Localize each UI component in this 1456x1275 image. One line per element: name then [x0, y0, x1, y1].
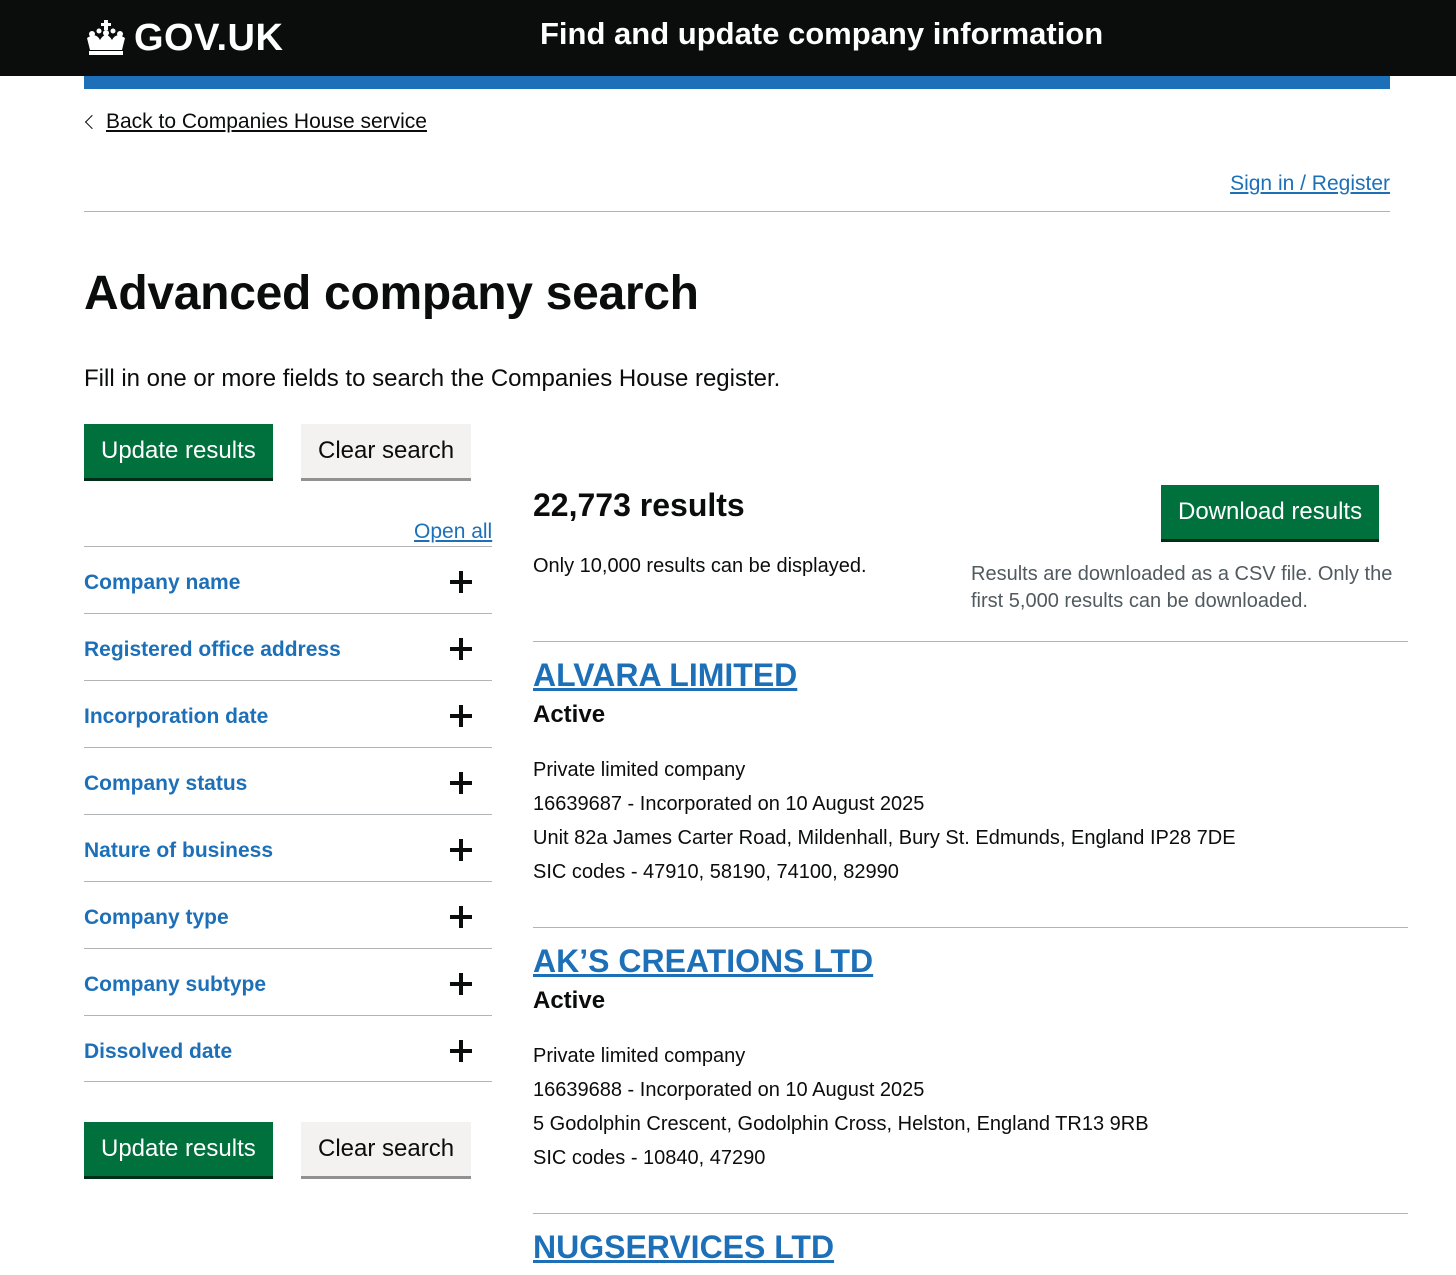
filter-company-name[interactable]: Company name — [84, 546, 492, 613]
plus-icon[interactable] — [450, 839, 472, 861]
result-item: ALVARA LIMITED Active Private limited co… — [533, 657, 1408, 889]
page-title: Advanced company search — [84, 267, 699, 320]
company-type: Private limited company — [533, 1045, 746, 1067]
company-number-incorporation: 16639687 - Incorporated on 10 August 202… — [533, 793, 925, 815]
company-name-link[interactable]: NUGSERVICES LTD — [533, 1229, 1408, 1273]
open-all-link[interactable]: Open all — [414, 520, 492, 544]
plus-icon[interactable] — [450, 571, 472, 593]
govuk-logo-link[interactable]: GOV.UK — [84, 14, 283, 62]
site-header: GOV.UK Find and update company informati… — [0, 0, 1456, 76]
company-status: Active — [533, 987, 606, 1014]
company-address: 5 Godolphin Crescent, Godolphin Cross, H… — [533, 1113, 1149, 1135]
company-name-link[interactable]: AK’S CREATIONS LTD — [533, 943, 1408, 987]
filter-label: Company status — [84, 772, 248, 795]
filter-company-type[interactable]: Company type — [84, 881, 492, 948]
plus-icon[interactable] — [450, 906, 472, 928]
divider — [533, 927, 1408, 928]
plus-icon[interactable] — [450, 772, 472, 794]
clear-search-button-top[interactable]: Clear search — [301, 424, 472, 478]
filter-label: Company type — [84, 906, 229, 929]
filter-label: Dissolved date — [84, 1040, 233, 1063]
page-lede: Fill in one or more fields to search the… — [84, 365, 781, 392]
company-sic-codes: SIC codes - 47910, 58190, 74100, 82990 — [533, 861, 899, 883]
plus-icon[interactable] — [450, 638, 472, 660]
filter-label: Incorporation date — [84, 705, 269, 728]
sign-in-register-link[interactable]: Sign in / Register — [1230, 172, 1390, 196]
filter-incorporation-date[interactable]: Incorporation date — [84, 680, 492, 747]
update-results-button-bottom[interactable]: Update results — [84, 1122, 273, 1176]
company-sic-codes: SIC codes - 10840, 47290 — [533, 1147, 766, 1169]
plus-icon[interactable] — [450, 973, 472, 995]
company-number-incorporation: 16639688 - Incorporated on 10 August 202… — [533, 1079, 925, 1101]
header-blue-bar — [84, 76, 1390, 89]
filter-label: Registered office address — [84, 638, 341, 661]
crown-icon — [87, 20, 125, 55]
filter-label: Company subtype — [84, 973, 267, 996]
filter-registered-office-address[interactable]: Registered office address — [84, 613, 492, 680]
results-count: 22,773 results — [533, 487, 745, 523]
plus-icon[interactable] — [450, 1040, 472, 1062]
divider — [533, 1213, 1408, 1214]
update-results-button-top[interactable]: Update results — [84, 424, 273, 478]
filter-dissolved-date[interactable]: Dissolved date — [84, 1015, 492, 1082]
back-link-label: Back to Companies House service — [106, 110, 427, 133]
filter-company-status[interactable]: Company status — [84, 747, 492, 814]
divider — [533, 641, 1408, 642]
download-note: Results are downloaded as a CSV file. On… — [971, 563, 1393, 612]
govuk-logo-text: GOV.UK — [134, 16, 284, 59]
filter-label: Nature of business — [84, 839, 274, 862]
result-item: NUGSERVICES LTD — [533, 1229, 1408, 1273]
chevron-left-icon — [84, 114, 100, 130]
company-type: Private limited company — [533, 759, 746, 781]
filter-label: Company name — [84, 571, 241, 594]
filter-nature-of-business[interactable]: Nature of business — [84, 814, 492, 881]
filter-company-subtype[interactable]: Company subtype — [84, 948, 492, 1015]
plus-icon[interactable] — [450, 705, 472, 727]
download-results-button[interactable]: Download results — [1161, 485, 1380, 539]
service-name-link[interactable]: Find and update company information — [540, 16, 1103, 52]
company-address: Unit 82a James Carter Road, Mildenhall, … — [533, 827, 1236, 849]
back-link[interactable]: Back to Companies House service — [84, 110, 427, 134]
divider — [84, 211, 1390, 212]
company-status: Active — [533, 701, 606, 728]
result-item: AK’S CREATIONS LTD Active Private limite… — [533, 943, 1408, 1175]
results-display-note: Only 10,000 results can be displayed. — [533, 555, 867, 577]
filters-accordion: Company name Registered office address I… — [84, 546, 492, 1082]
company-name-link[interactable]: ALVARA LIMITED — [533, 657, 1408, 701]
clear-search-button-bottom[interactable]: Clear search — [301, 1122, 472, 1176]
